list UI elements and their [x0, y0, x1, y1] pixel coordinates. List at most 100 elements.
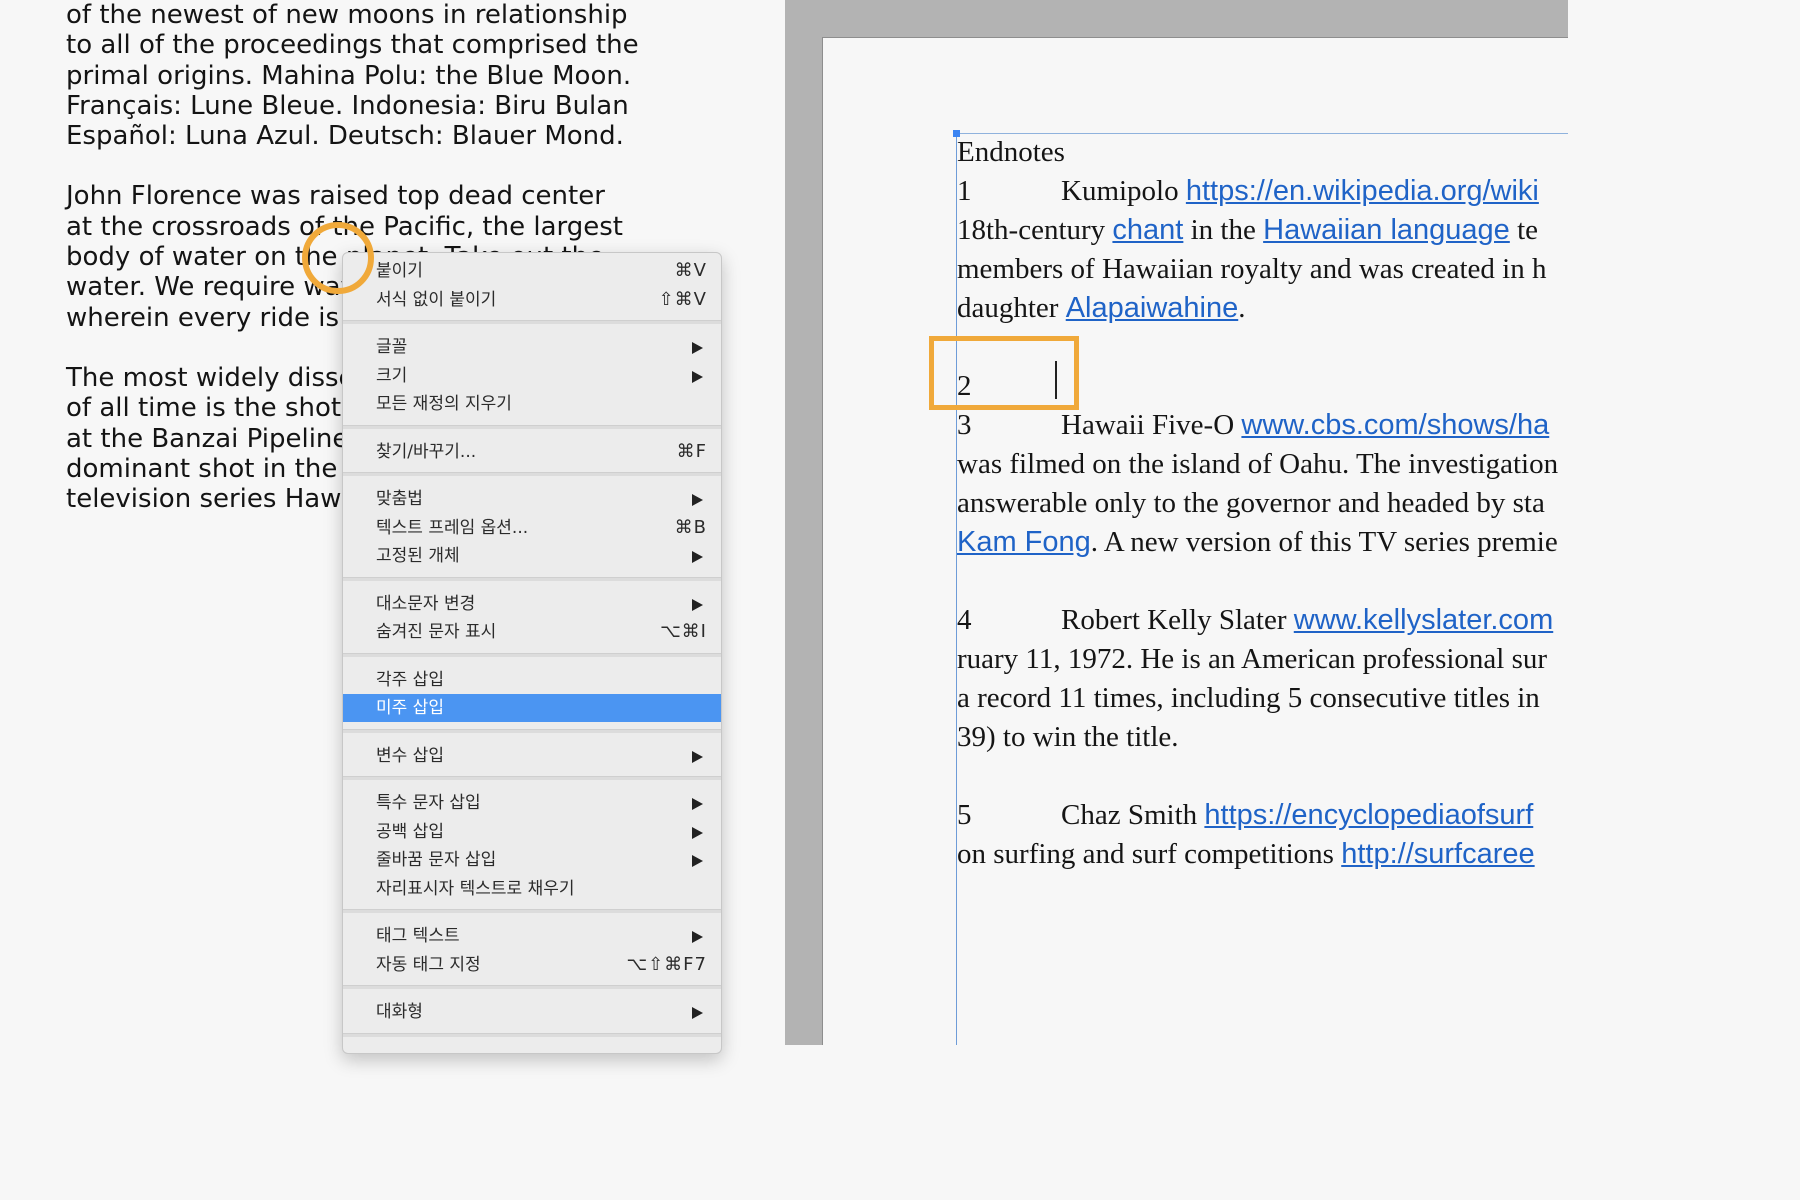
endnote-line: daughter Alapaiwahine. [957, 289, 1568, 328]
endnote-line: was filmed on the island of Oahu. The in… [957, 445, 1568, 484]
endnote-link[interactable]: Alapaiwahine [1066, 292, 1239, 324]
menu-item-label: 태그 텍스트 [376, 926, 460, 946]
menu-item-shortcut: ⌘F [676, 440, 707, 462]
menu-item[interactable]: 찾기/바꾸기... ⌘F [343, 438, 721, 466]
endnote-entry: 5 Chaz Smith https://encyclopediaofsurf on… [957, 796, 1568, 874]
submenu-arrow-icon [692, 370, 703, 383]
menu-separator [343, 985, 721, 989]
click-indicator-annotation [302, 222, 374, 294]
endnote-line: a record 11 times, including 5 consecuti… [957, 679, 1568, 718]
menu-item[interactable]: 숨겨진 문자 표시 ⌥⌘I [343, 618, 721, 646]
endnote-link[interactable]: chant [1112, 214, 1183, 246]
menu-item[interactable]: 변수 삽입 [343, 742, 721, 770]
story-line: primal origins. Mahina Polu: the Blue Mo… [66, 60, 632, 91]
endnote-number: 5 [957, 799, 972, 831]
menu-item-label: 맞춤법 [376, 489, 423, 509]
endnote-link[interactable]: https://encyclopediaofsurf [1204, 799, 1533, 831]
menu-separator [343, 472, 721, 476]
endnote-text: was filmed on the island of Oahu. The in… [957, 448, 1559, 480]
submenu-arrow-icon [692, 494, 703, 506]
endnote-line: 3 Hawaii Five-O www.cbs.com/shows/ha [957, 406, 1568, 445]
endnote-text: Chaz Smith [1061, 799, 1205, 831]
endnote-number: 4 [957, 604, 972, 636]
endnote-line: ruary 11, 1972. He is an American profes… [957, 640, 1568, 679]
story-line: John Florence was raised top dead center [66, 181, 605, 212]
layout-canvas[interactable]: Endnotes 1 Kumipolo https://en.wikipedia.o… [785, 0, 1568, 1045]
story-line: to all of the proceedings that comprised… [66, 30, 639, 61]
menu-item[interactable]: 대소문자 변경 [343, 590, 721, 618]
endnote-line: 5 Chaz Smith https://encyclopediaofsurf [957, 796, 1568, 835]
menu-item-label: 숨겨진 문자 표시 [376, 622, 497, 642]
menu-item-label: 고정된 개체 [376, 546, 460, 566]
submenu-arrow-icon [692, 551, 703, 563]
submenu-arrow-icon [692, 798, 703, 810]
menu-separator [343, 652, 721, 657]
endnote-text: Robert Kelly Slater [1061, 604, 1294, 636]
story-line: Español: Luna Azul. Deutsch: Blauer Mond… [66, 121, 624, 152]
endnote-link[interactable]: www.kellyslater.com [1294, 604, 1553, 636]
menu-separator [343, 576, 721, 581]
menu-item-shortcut: ⌘V [674, 260, 707, 281]
submenu-arrow-icon [692, 855, 703, 867]
endnote-link[interactable]: http://surfcaree [1341, 838, 1534, 870]
menu-separator [343, 320, 721, 324]
document-page[interactable]: Endnotes 1 Kumipolo https://en.wikipedia.o… [822, 37, 1568, 1045]
highlight-box-annotation [929, 336, 1079, 410]
endnote-line: answerable only to the governor and head… [957, 484, 1568, 523]
menu-item[interactable]: 붙이기 ⌘V [343, 257, 721, 285]
menu-item[interactable]: 자리표시자 텍스트로 채우기 [343, 875, 721, 903]
endnote-line: 18th-century chant in the Hawaiian langu… [957, 211, 1568, 250]
endnote-text: . A new version of this TV series premie [1090, 526, 1558, 558]
menu-item[interactable]: 고정된 개체 [343, 542, 721, 570]
story-paragraph: of the newest of new moons in relationsh… [66, 0, 766, 151]
menu-item[interactable]: 미주 삽입 [343, 694, 721, 722]
menu-item[interactable]: 맞춤법 [343, 485, 721, 513]
menu-item[interactable]: 줄바꿈 문자 삽입 [343, 846, 721, 874]
endnote-link[interactable]: Kam Fong [957, 526, 1091, 558]
menu-item[interactable]: 모든 재정의 지우기 [343, 390, 721, 418]
menu-item[interactable]: 태그 텍스트 [343, 922, 721, 950]
menu-separator [343, 1032, 721, 1037]
context-menu[interactable]: 붙이기 ⌘V 서식 없이 붙이기 ⇧⌘V 글꼴크기모든 재정의 지우기찾기/바꾸기...… [342, 252, 722, 1054]
endnote-line: members of Hawaiian royalty and was crea… [957, 250, 1568, 289]
endnote-link[interactable]: https://en.wikipedia.org/wiki [1186, 175, 1539, 207]
menu-item-label: 공백 삽입 [376, 821, 444, 842]
story-line: Français: Lune Bleue. Indonesia: Biru Bu… [66, 90, 629, 121]
submenu-arrow-icon [692, 931, 703, 943]
menu-item[interactable]: 자동 태그 지정 ⌥⇧⌘F7 [343, 951, 721, 979]
endnote-number: 3 [957, 409, 972, 441]
endnotes-frame[interactable]: Endnotes 1 Kumipolo https://en.wikipedia.o… [957, 133, 1568, 913]
endnote-text: Hawaii Five-O [1061, 409, 1242, 441]
menu-item-label: 찾기/바꾸기... [376, 441, 477, 462]
endnote-text: a record 11 times, including 5 consecuti… [957, 682, 1540, 714]
endnote-link[interactable]: www.cbs.com/shows/ha [1241, 409, 1549, 441]
story-line: at the crossroads of the Pacific, the la… [66, 211, 623, 242]
submenu-arrow-icon [692, 750, 703, 763]
menu-item-label: 서식 없이 붙이기 [376, 289, 497, 310]
endnote-text: members of Hawaiian royalty and was crea… [957, 253, 1547, 285]
menu-item[interactable]: 특수 문자 삽입 [343, 789, 721, 817]
menu-item-label: 글꼴 [376, 337, 408, 357]
menu-item[interactable]: 공백 삽입 [343, 818, 721, 846]
menu-item[interactable]: 글꼴 [343, 333, 721, 361]
menu-separator [343, 776, 721, 780]
endnote-line: 39) to win the title. [957, 718, 1568, 757]
menu-item-label: 자리표시자 텍스트로 채우기 [376, 878, 575, 899]
submenu-arrow-icon [692, 342, 703, 354]
menu-item-shortcut: ⇧⌘V [658, 288, 707, 310]
menu-item-label: 대소문자 변경 [376, 593, 476, 614]
menu-item[interactable]: 각주 삽입 [343, 666, 721, 694]
menu-item-label: 모든 재정의 지우기 [376, 394, 512, 414]
menu-item[interactable]: 대화형 [343, 998, 721, 1026]
menu-separator [343, 424, 721, 429]
menu-separator [343, 728, 721, 733]
menu-item-label: 변수 삽입 [376, 745, 444, 766]
menu-item[interactable]: 텍스트 프레임 옵션... ⌘B [343, 514, 721, 542]
menu-item[interactable]: 크기 [343, 362, 721, 390]
menu-item-shortcut: ⌘B [674, 516, 707, 538]
endnote-line: Kam Fong. A new version of this TV serie… [957, 523, 1568, 562]
endnote-text: answerable only to the governor and head… [957, 487, 1545, 519]
endnote-link[interactable]: Hawaiian language [1263, 214, 1510, 246]
menu-item[interactable]: 서식 없이 붙이기 ⇧⌘V [343, 286, 721, 314]
menu-item-label: 텍스트 프레임 옵션... [376, 517, 529, 538]
